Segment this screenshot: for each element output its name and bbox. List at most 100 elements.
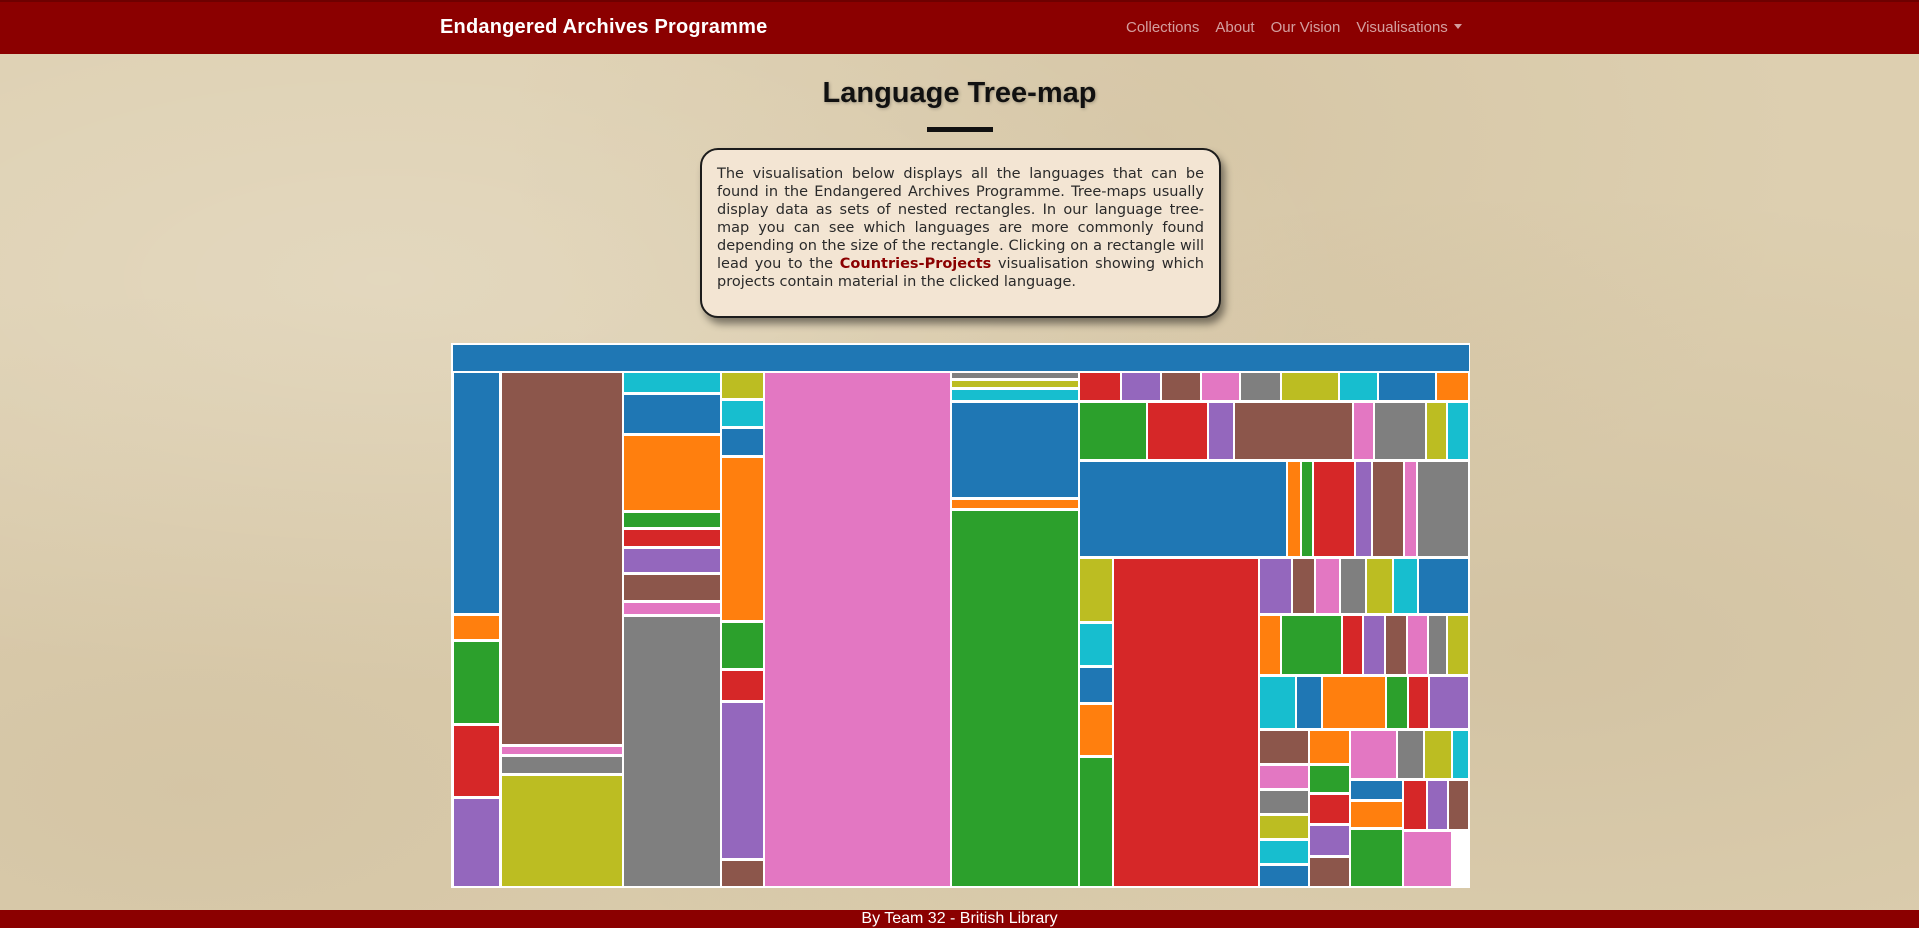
treemap-cell[interactable] [623, 512, 721, 528]
treemap-cell[interactable] [623, 548, 721, 573]
treemap-cell[interactable] [1403, 780, 1427, 830]
treemap-cell[interactable] [721, 702, 764, 859]
treemap-cell[interactable] [1404, 461, 1417, 557]
treemap-cell[interactable] [1208, 402, 1234, 460]
treemap-cell[interactable] [1259, 558, 1292, 614]
treemap-cell[interactable] [1447, 402, 1469, 460]
treemap-cell[interactable] [1315, 558, 1340, 614]
treemap-cell[interactable] [1079, 757, 1113, 887]
treemap-cell[interactable] [453, 615, 500, 640]
treemap-cell[interactable] [1397, 730, 1424, 779]
treemap-cell[interactable] [951, 499, 1079, 509]
countries-projects-link[interactable]: Countries-Projects [840, 256, 992, 272]
treemap-cell[interactable] [623, 394, 721, 434]
treemap-cell[interactable] [1448, 780, 1469, 830]
treemap-cell[interactable] [1386, 676, 1408, 729]
treemap-cell[interactable] [1309, 730, 1350, 764]
treemap-cell[interactable] [1259, 676, 1296, 729]
treemap-cell[interactable] [951, 402, 1079, 498]
treemap-cell[interactable] [951, 510, 1079, 887]
nav-link-our-vision[interactable]: Our Vision [1271, 19, 1341, 36]
treemap-cell[interactable] [1378, 372, 1436, 401]
treemap-cell[interactable] [1079, 623, 1113, 666]
treemap-cell[interactable] [1342, 615, 1363, 675]
treemap-cell[interactable] [1363, 615, 1385, 675]
treemap-cell[interactable] [1313, 461, 1355, 557]
treemap-cell[interactable] [721, 670, 764, 701]
treemap-cell[interactable] [1201, 372, 1240, 401]
treemap-cell[interactable] [1281, 615, 1342, 675]
treemap-cell[interactable] [1259, 840, 1309, 864]
treemap-cell[interactable] [1350, 801, 1403, 828]
treemap-cell[interactable] [1353, 402, 1374, 460]
treemap-cell[interactable] [453, 641, 500, 724]
treemap-cell[interactable] [1407, 615, 1428, 675]
treemap-cell[interactable] [1259, 865, 1309, 887]
treemap-cell[interactable] [951, 372, 1079, 379]
treemap-cell[interactable] [1281, 372, 1339, 401]
treemap-cell[interactable] [623, 435, 721, 511]
treemap-cell[interactable] [623, 616, 721, 887]
treemap-cell[interactable] [1161, 372, 1201, 401]
treemap-cell[interactable] [1121, 372, 1161, 401]
treemap-cell[interactable] [1452, 730, 1469, 779]
treemap-cell[interactable] [721, 457, 764, 621]
nav-dropdown-visualisations[interactable]: Visualisations [1356, 19, 1462, 36]
treemap-cell[interactable] [1309, 825, 1350, 856]
treemap-cell[interactable] [1447, 615, 1469, 675]
treemap-cell[interactable] [1292, 558, 1315, 614]
treemap-cell[interactable] [1426, 402, 1447, 460]
treemap-cell[interactable] [1322, 676, 1386, 729]
treemap-cell[interactable] [501, 756, 623, 774]
nav-link-about[interactable]: About [1215, 19, 1254, 36]
treemap-cell[interactable] [1259, 765, 1309, 789]
treemap-cell[interactable] [721, 622, 764, 669]
treemap-cell[interactable] [1259, 615, 1281, 675]
treemap-cell[interactable] [1372, 461, 1404, 557]
treemap-cell[interactable] [1424, 730, 1452, 779]
treemap-cell[interactable] [1366, 558, 1393, 614]
treemap-cell[interactable] [1113, 558, 1259, 887]
treemap-cell[interactable] [1147, 402, 1208, 460]
treemap-cell[interactable] [951, 380, 1079, 388]
treemap-cell[interactable] [1287, 461, 1301, 557]
treemap-cell[interactable] [1309, 857, 1350, 887]
treemap-cell[interactable] [721, 428, 764, 456]
nav-link-collections[interactable]: Collections [1126, 19, 1199, 36]
treemap-cell[interactable] [501, 775, 623, 887]
treemap-cell[interactable] [1350, 730, 1397, 779]
treemap-cell[interactable] [1259, 730, 1309, 764]
treemap-cell[interactable] [453, 725, 500, 797]
treemap-cell[interactable] [1350, 829, 1403, 887]
treemap-cell[interactable] [1350, 780, 1403, 800]
treemap-cell[interactable] [1417, 461, 1469, 557]
treemap-cell[interactable] [1428, 615, 1447, 675]
treemap-cell[interactable] [1355, 461, 1372, 557]
treemap-cell[interactable] [1079, 667, 1113, 703]
treemap-cell[interactable] [501, 372, 623, 745]
treemap-root-bar[interactable] [453, 345, 1469, 371]
treemap-cell[interactable] [1259, 790, 1309, 814]
treemap-cell[interactable] [1301, 461, 1313, 557]
treemap-cell[interactable] [1296, 676, 1322, 729]
treemap-cell[interactable] [1079, 461, 1287, 557]
treemap-cell[interactable] [721, 372, 764, 399]
treemap-cell[interactable] [453, 372, 500, 614]
treemap-cell[interactable] [721, 860, 764, 887]
treemap-cell[interactable] [1427, 780, 1448, 830]
treemap-cell[interactable] [1079, 704, 1113, 756]
treemap-cell[interactable] [1436, 372, 1469, 401]
treemap-cell[interactable] [1309, 765, 1350, 793]
treemap-cell[interactable] [623, 372, 721, 393]
treemap-cell[interactable] [1339, 372, 1378, 401]
treemap-cell[interactable] [1079, 558, 1113, 622]
treemap-cell[interactable] [623, 574, 721, 601]
treemap-cell[interactable] [1240, 372, 1281, 401]
treemap-cell[interactable] [1079, 402, 1147, 460]
treemap-cell[interactable] [1429, 676, 1469, 729]
treemap-cell[interactable] [1408, 676, 1429, 729]
brand-link[interactable]: Endangered Archives Programme [440, 16, 767, 39]
treemap-cell[interactable] [1259, 815, 1309, 839]
treemap-cell[interactable] [1340, 558, 1366, 614]
treemap-cell[interactable] [1079, 372, 1121, 401]
